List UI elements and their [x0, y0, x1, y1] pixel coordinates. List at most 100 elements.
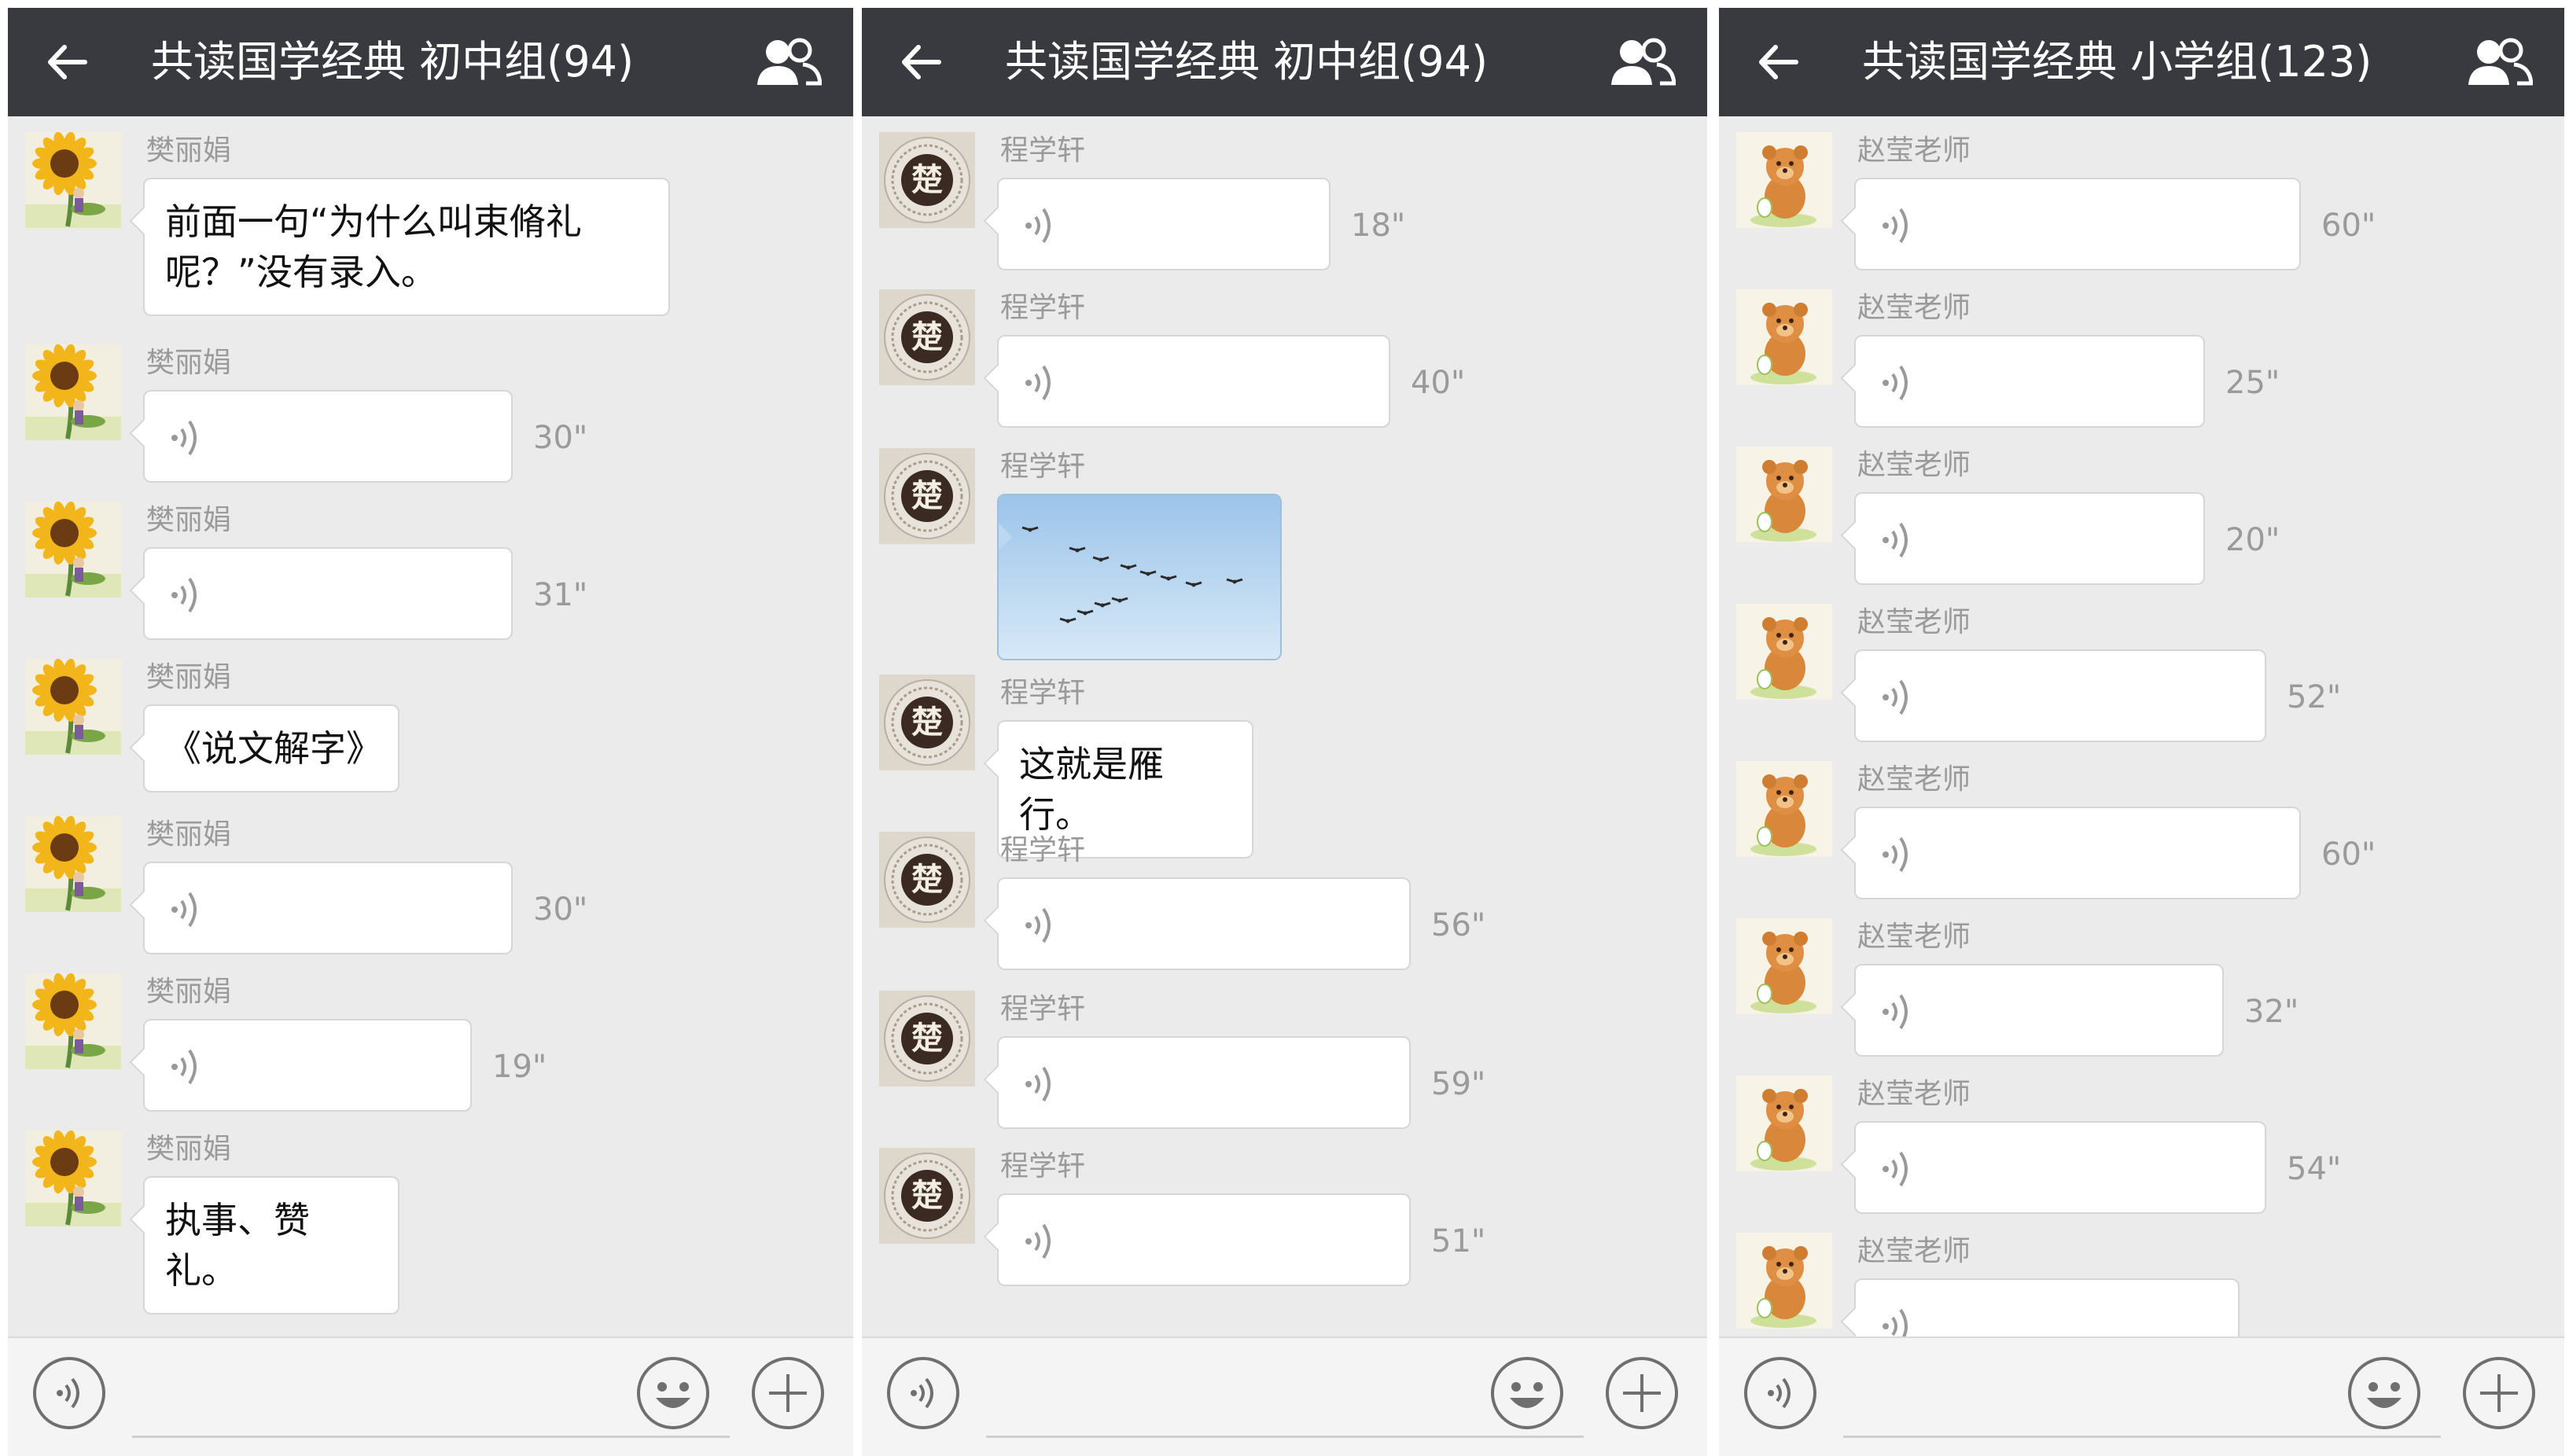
message-row: 赵莹老师 60" — [1719, 745, 2564, 903]
sender-name: 程学轩 — [1000, 1150, 1086, 1182]
voice-message-bubble[interactable] — [997, 335, 1390, 428]
chat-input-bar — [8, 1337, 853, 1456]
voice-message-bubble[interactable] — [143, 862, 513, 954]
group-members-icon[interactable] — [754, 36, 823, 88]
voice-input-icon[interactable] — [1743, 1355, 1818, 1431]
message-row: 樊丽娟 《说文解字》 — [8, 643, 853, 800]
plus-icon[interactable] — [750, 1355, 826, 1431]
message-row: 楚 程学轩 40" — [862, 274, 1707, 431]
voice-wave-icon — [1879, 1302, 1916, 1337]
plus-icon[interactable] — [1604, 1355, 1680, 1431]
voice-input-icon[interactable] — [31, 1355, 107, 1431]
sender-name: 樊丽娟 — [146, 818, 232, 851]
message-row: 赵莹老师 60" — [1719, 116, 2564, 274]
voice-message-bubble[interactable] — [1854, 178, 2301, 270]
voice-message-bubble[interactable] — [143, 390, 513, 483]
sender-name: 赵莹老师 — [1857, 921, 1971, 953]
back-arrow-icon[interactable] — [1754, 38, 1802, 86]
voice-wave-icon — [1022, 358, 1058, 407]
message-row: 楚程学轩 这就是雁行。 — [862, 659, 1707, 859]
sender-avatar[interactable] — [1736, 761, 1832, 857]
image-message[interactable] — [997, 494, 1282, 660]
avatar-initial: 楚 — [911, 862, 943, 898]
voice-message-bubble[interactable] — [997, 178, 1331, 270]
sender-avatar[interactable] — [25, 344, 121, 440]
group-members-icon[interactable] — [1608, 36, 1676, 88]
voice-input-icon[interactable] — [885, 1355, 961, 1431]
sender-avatar[interactable] — [1736, 1233, 1832, 1329]
sender-avatar[interactable]: 楚 — [879, 1148, 975, 1244]
plus-icon[interactable] — [2461, 1355, 2537, 1431]
sender-avatar[interactable] — [1736, 918, 1832, 1014]
voice-wave-icon — [1022, 1060, 1058, 1109]
message-input[interactable] — [986, 1436, 1584, 1438]
sender-name: 赵莹老师 — [1857, 449, 1971, 481]
sender-avatar[interactable] — [25, 132, 121, 228]
sender-avatar[interactable]: 楚 — [879, 448, 975, 544]
sender-avatar[interactable]: 楚 — [879, 289, 975, 385]
sender-name: 赵莹老师 — [1857, 1235, 1971, 1267]
message-row: 楚 程学轩 18" — [862, 116, 1707, 274]
voice-wave-icon — [1879, 201, 1916, 250]
message-row: 楚 程学轩 51" — [862, 1132, 1707, 1289]
back-arrow-icon[interactable] — [896, 38, 945, 86]
sender-name: 樊丽娟 — [146, 347, 232, 379]
avatar-initial: 楚 — [911, 162, 943, 198]
sender-avatar[interactable]: 楚 — [879, 832, 975, 928]
avatar-initial: 楚 — [911, 1178, 943, 1214]
sender-name: 程学轩 — [1000, 134, 1086, 167]
message-row: 楚 程学轩 — [862, 432, 1707, 660]
sender-avatar[interactable] — [25, 1131, 121, 1226]
sender-avatar[interactable] — [25, 502, 121, 597]
voice-message-bubble[interactable] — [1854, 964, 2224, 1057]
sender-avatar[interactable]: 楚 — [879, 991, 975, 1086]
sender-name: 樊丽娟 — [146, 661, 232, 693]
text-bubble[interactable]: 《说文解字》 — [143, 704, 399, 792]
sender-avatar[interactable] — [1736, 1075, 1832, 1171]
sender-name: 赵莹老师 — [1857, 1078, 1971, 1110]
emoji-icon[interactable] — [2346, 1355, 2422, 1431]
text-bubble[interactable]: 执事、赞礼。 — [143, 1176, 399, 1314]
voice-message-bubble[interactable] — [1854, 1278, 2240, 1337]
voice-message-bubble[interactable] — [1854, 807, 2301, 899]
voice-duration: 20" — [2225, 522, 2280, 558]
sender-avatar[interactable] — [1736, 447, 1832, 542]
voice-message-bubble[interactable] — [997, 1036, 1411, 1129]
voice-message-bubble[interactable] — [1854, 649, 2266, 742]
message-input[interactable] — [1843, 1436, 2441, 1438]
voice-message-bubble[interactable] — [997, 877, 1411, 970]
back-arrow-icon[interactable] — [42, 38, 91, 86]
sender-avatar[interactable] — [25, 973, 121, 1069]
sender-avatar[interactable]: 楚 — [879, 132, 975, 228]
text-bubble[interactable]: 前面一句“为什么叫束脩礼呢？”没有录入。 — [143, 178, 670, 316]
sender-name: 樊丽娟 — [146, 504, 232, 536]
voice-duration: 18" — [1351, 208, 1406, 244]
voice-duration: 30" — [533, 420, 588, 456]
sender-avatar[interactable]: 楚 — [879, 675, 975, 770]
sender-avatar[interactable] — [25, 659, 121, 755]
sender-avatar[interactable] — [1736, 132, 1832, 228]
sender-avatar[interactable] — [1736, 289, 1832, 385]
voice-wave-icon — [1879, 830, 1916, 879]
voice-message-bubble[interactable] — [1854, 335, 2205, 428]
emoji-icon[interactable] — [635, 1355, 711, 1431]
voice-message-bubble[interactable] — [143, 1019, 472, 1112]
voice-duration: 54" — [2287, 1151, 2342, 1187]
voice-message-bubble[interactable] — [143, 547, 513, 640]
voice-duration: 32" — [2244, 994, 2299, 1030]
sender-avatar[interactable] — [25, 816, 121, 912]
sender-name: 赵莹老师 — [1857, 292, 1971, 324]
voice-duration: 30" — [533, 892, 588, 928]
emoji-icon[interactable] — [1489, 1355, 1565, 1431]
voice-message-bubble[interactable] — [1854, 492, 2205, 585]
voice-duration: 56" — [1431, 907, 1486, 943]
voice-message-bubble[interactable] — [1854, 1121, 2266, 1214]
group-members-icon[interactable] — [2465, 36, 2534, 88]
voice-message-bubble[interactable] — [997, 1193, 1411, 1286]
message-row: 赵莹老师 32" — [1719, 903, 2564, 1060]
message-row: 樊丽娟 执事、赞礼。 — [8, 1115, 853, 1314]
message-input[interactable] — [132, 1436, 730, 1438]
chat-header: 共读国学经典 小学组(123) — [1719, 8, 2564, 116]
sender-avatar[interactable] — [1736, 604, 1832, 700]
sender-name: 赵莹老师 — [1857, 763, 1971, 796]
